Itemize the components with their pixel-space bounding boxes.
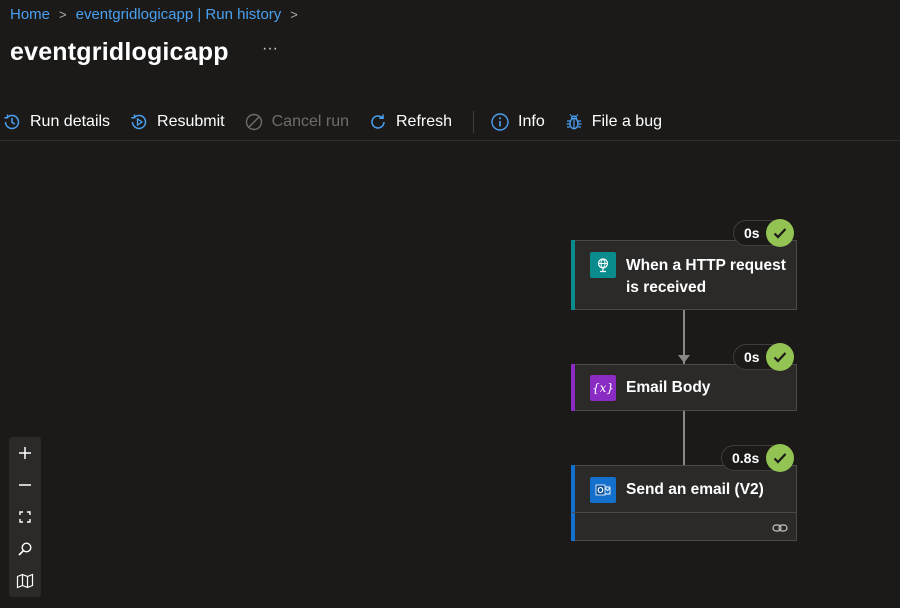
workflow-node-email-body[interactable]: {x} Email Body 0s [571,343,797,411]
fit-view-button[interactable] [9,501,41,533]
zoom-in-icon [19,447,31,459]
info-button[interactable]: Info [488,105,553,139]
toolbar: Run details Resubmit Cancel run Refresh … [0,104,900,141]
zoom-out-button[interactable] [9,469,41,501]
node-label: Email Body [626,379,711,396]
svg-text:O: O [597,486,603,495]
run-details-button[interactable]: Run details [0,105,118,139]
http-request-icon [590,252,616,278]
resubmit-button[interactable]: Resubmit [127,105,233,139]
file-bug-label: File a bug [591,113,662,130]
bug-icon [566,114,582,130]
search-button[interactable] [9,533,41,565]
node-accent-bar [571,364,575,411]
fit-view-icon [19,511,31,523]
success-check-icon [766,343,794,371]
page-title: eventgridlogicapp [10,38,229,66]
resubmit-label: Resubmit [157,113,225,130]
zoom-in-button[interactable] [9,437,41,469]
workflow-node-send-email[interactable]: O Send an email (V2) 0.8s [571,444,797,541]
zoom-out-icon [19,484,31,486]
minimap-icon [16,573,34,589]
designer-canvas[interactable]: When a HTTP request is received 0s {x} E… [0,141,900,608]
variable-icon: {x} [590,375,616,401]
node-label: When a HTTP request is received [626,257,786,296]
duration-badge: 0s [733,219,794,247]
node-label: Send an email (V2) [626,481,764,498]
breadcrumb: Home > eventgridlogicapp | Run history > [10,6,307,23]
breadcrumb-separator: > [59,7,67,22]
duration-badge: 0.8s [721,444,794,472]
cancel-run-button[interactable]: Cancel run [242,105,357,139]
breadcrumb-separator: > [290,7,298,22]
duration-text: 0s [744,225,760,241]
run-details-label: Run details [30,113,111,130]
duration-badge: 0s [733,343,794,371]
refresh-icon [371,114,385,129]
link-icon[interactable] [772,522,788,534]
more-options-button[interactable]: ··· [262,40,278,58]
info-label: Info [518,113,545,130]
info-icon [491,113,509,131]
cancel-run-label: Cancel run [271,113,349,130]
node-accent-bar [571,240,575,310]
cancel-icon [245,113,262,131]
history-icon [4,114,20,130]
refresh-button[interactable]: Refresh [366,105,460,139]
refresh-label: Refresh [396,113,453,130]
duration-text: 0s [744,349,760,365]
connector-line [683,411,685,465]
node-footer [572,512,796,540]
breadcrumb-run-history[interactable]: eventgridlogicapp | Run history [76,6,282,23]
minimap-button[interactable] [9,565,41,597]
breadcrumb-home[interactable]: Home [10,6,50,23]
search-icon [18,542,32,556]
success-check-icon [766,444,794,472]
success-check-icon [766,219,794,247]
connector-arrow [678,355,690,363]
resubmit-icon [131,114,147,130]
outlook-icon: O [590,477,616,503]
duration-text: 0.8s [732,450,760,466]
zoom-controls [9,437,41,597]
workflow-node-http-trigger[interactable]: When a HTTP request is received 0s [571,219,797,310]
toolbar-divider [473,111,475,133]
file-bug-button[interactable]: File a bug [562,105,670,139]
